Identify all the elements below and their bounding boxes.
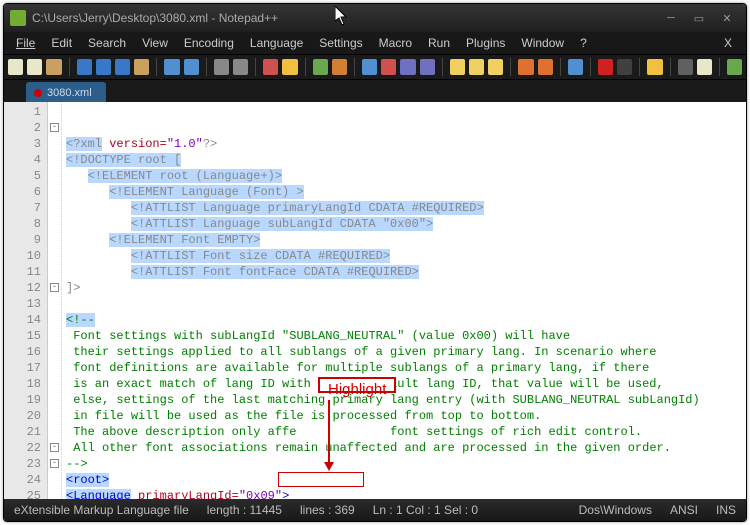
code-line[interactable]: <!DOCTYPE root [ (66, 152, 742, 168)
callout-label: Highlight (318, 377, 396, 393)
fold-toggle[interactable]: - (50, 443, 59, 452)
code-area[interactable]: <?xml version="1.0"?><!DOCTYPE root [ <!… (62, 102, 746, 499)
editor[interactable]: 1234567891011121314151617181920212223242… (4, 102, 746, 499)
statusbar: eXtensible Markup Language file length :… (4, 499, 746, 521)
status-enc: ANSI (670, 503, 698, 517)
toolbar-button[interactable] (538, 59, 553, 75)
menu-close[interactable]: X (714, 34, 742, 52)
menu-language[interactable]: Language (242, 34, 311, 52)
code-line[interactable]: <!ELEMENT root (Language+)> (66, 168, 742, 184)
toolbar-button[interactable] (313, 59, 328, 75)
tab-strip: 3080.xml (4, 80, 746, 102)
menu-edit[interactable]: Edit (43, 34, 80, 52)
menu-run[interactable]: Run (420, 34, 458, 52)
highlight-box (278, 472, 364, 487)
toolbar-button[interactable] (727, 59, 742, 75)
toolbar-button[interactable] (332, 59, 347, 75)
fold-toggle[interactable]: - (50, 123, 59, 132)
code-line[interactable]: ]> (66, 280, 742, 296)
fold-toggle[interactable]: - (50, 283, 59, 292)
toolbar-button[interactable] (164, 59, 179, 75)
toolbar-button[interactable] (647, 59, 662, 75)
toolbar-button[interactable] (115, 59, 130, 75)
menubar: FileEditSearchViewEncodingLanguageSettin… (4, 32, 746, 54)
code-line[interactable]: <!ELEMENT Language (Font) > (66, 184, 742, 200)
toolbar-button[interactable] (450, 59, 465, 75)
toolbar-button[interactable] (488, 59, 503, 75)
modified-dot-icon (34, 89, 42, 97)
code-line[interactable]: Font settings with subLangId "SUBLANG_NE… (66, 328, 742, 344)
status-mode: INS (716, 503, 736, 517)
code-line[interactable]: font definitions are available for multi… (66, 360, 742, 376)
menu-macro[interactable]: Macro (371, 34, 420, 52)
menu-view[interactable]: View (134, 34, 176, 52)
toolbar-button[interactable] (381, 59, 396, 75)
toolbar-button[interactable] (362, 59, 377, 75)
toolbar-button[interactable] (568, 59, 583, 75)
menu-settings[interactable]: Settings (311, 34, 370, 52)
toolbar-button[interactable] (184, 59, 199, 75)
status-pos: Ln : 1 Col : 1 Sel : 0 (373, 503, 478, 517)
code-line[interactable]: else, settings of the last matching prim… (66, 392, 742, 408)
toolbar-button[interactable] (420, 59, 435, 75)
code-line[interactable]: <!ATTLIST Font fontFace CDATA #REQUIRED> (66, 264, 742, 280)
app-window: C:\Users\Jerry\Desktop\3080.xml - Notepa… (3, 3, 747, 522)
file-tab[interactable]: 3080.xml (26, 82, 106, 102)
line-gutter: 1234567891011121314151617181920212223242… (4, 102, 48, 499)
toolbar-button[interactable] (617, 59, 632, 75)
toolbar-button[interactable] (134, 59, 149, 75)
titlebar[interactable]: C:\Users\Jerry\Desktop\3080.xml - Notepa… (4, 4, 746, 32)
code-line[interactable]: <?xml version="1.0"?> (66, 136, 742, 152)
menu-?[interactable]: ? (572, 34, 595, 52)
code-line[interactable]: <!ATTLIST Language subLangId CDATA "0x00… (66, 216, 742, 232)
toolbar-button[interactable] (46, 59, 61, 75)
toolbar-button[interactable] (697, 59, 712, 75)
fold-toggle[interactable]: - (50, 459, 59, 468)
toolbar-button[interactable] (96, 59, 111, 75)
fold-margin[interactable]: ----- (48, 102, 62, 499)
code-line[interactable]: is an exact match of lang ID with system… (66, 376, 742, 392)
app-icon (10, 10, 26, 26)
window-title: C:\Users\Jerry\Desktop\3080.xml - Notepa… (32, 11, 278, 25)
code-line[interactable]: <!ATTLIST Font size CDATA #REQUIRED> (66, 248, 742, 264)
code-line[interactable]: <!-- (66, 312, 742, 328)
menu-plugins[interactable]: Plugins (458, 34, 513, 52)
toolbar-button[interactable] (469, 59, 484, 75)
status-eol: Dos\Windows (579, 503, 652, 517)
code-line[interactable]: The above description only affe font set… (66, 424, 742, 440)
code-line[interactable]: <!ELEMENT Font EMPTY> (66, 232, 742, 248)
code-line[interactable]: All other font associations remain unaff… (66, 440, 742, 456)
code-line[interactable]: <root> (66, 472, 742, 488)
cursor-icon (335, 6, 349, 26)
toolbar-button[interactable] (598, 59, 613, 75)
arrow-icon (324, 462, 334, 478)
menu-search[interactable]: Search (80, 34, 134, 52)
toolbar-button[interactable] (282, 59, 297, 75)
callout-arrow (328, 400, 330, 464)
toolbar-button[interactable] (77, 59, 92, 75)
status-lines: lines : 369 (300, 503, 355, 517)
toolbar-button[interactable] (233, 59, 248, 75)
code-line[interactable] (66, 296, 742, 312)
toolbar (4, 54, 746, 80)
menu-file[interactable]: File (8, 34, 43, 52)
toolbar-button[interactable] (8, 59, 23, 75)
menu-encoding[interactable]: Encoding (176, 34, 242, 52)
toolbar-button[interactable] (27, 59, 42, 75)
toolbar-button[interactable] (678, 59, 693, 75)
close-button[interactable]: ✕ (714, 9, 740, 27)
code-line[interactable]: their settings applied to all sublangs o… (66, 344, 742, 360)
maximize-button[interactable]: ▭ (686, 9, 712, 27)
minimize-button[interactable]: ─ (658, 9, 684, 27)
code-line[interactable]: <!ATTLIST Language primaryLangId CDATA #… (66, 200, 742, 216)
toolbar-button[interactable] (518, 59, 533, 75)
toolbar-button[interactable] (263, 59, 278, 75)
menu-window[interactable]: Window (513, 34, 572, 52)
status-length: length : 11445 (207, 503, 282, 517)
code-line[interactable]: in file will be used as the file is proc… (66, 408, 742, 424)
status-lang: eXtensible Markup Language file (14, 503, 189, 517)
code-line[interactable]: --> (66, 456, 742, 472)
toolbar-button[interactable] (400, 59, 415, 75)
toolbar-button[interactable] (214, 59, 229, 75)
